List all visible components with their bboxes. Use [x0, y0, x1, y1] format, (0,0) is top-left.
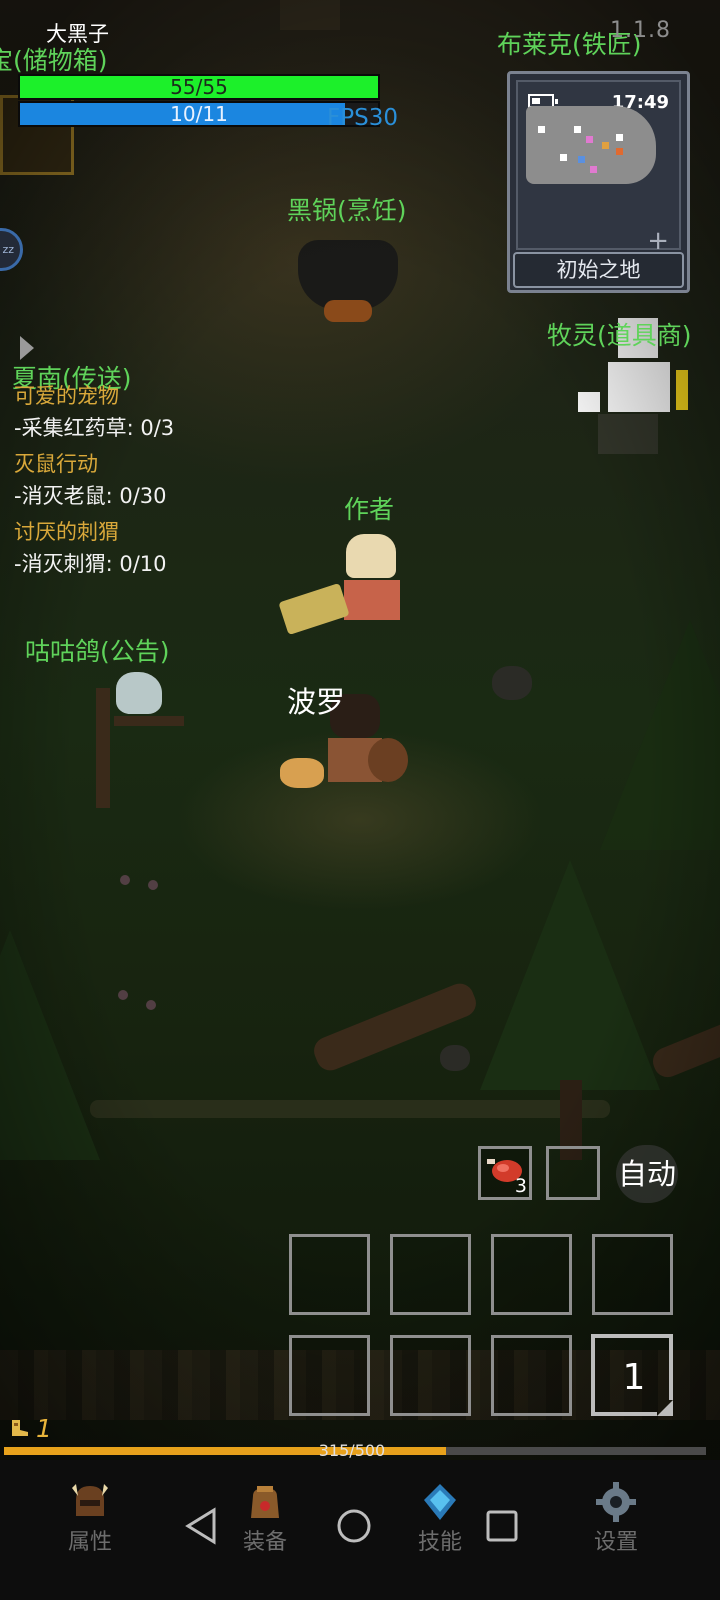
nav-back-icon[interactable] [184, 1506, 220, 1546]
hp-text: 55/55 [170, 75, 228, 99]
zoom-in-icon[interactable]: + [647, 228, 669, 254]
xp-text: 315/500 [318, 1441, 386, 1460]
minimap-marker [574, 126, 581, 133]
tab-settings[interactable]: 设置 [566, 1470, 666, 1580]
npc-name-storage: 宝(储物箱) [0, 46, 108, 75]
quest-title[interactable]: 灭鼠行动 [14, 454, 98, 475]
tab-attributes[interactable]: 属性 [40, 1470, 140, 1580]
quest-title[interactable]: 可爱的宠物 [14, 386, 119, 407]
npc-name-announcement: 咕咕鸽(公告) [25, 637, 170, 666]
skill-page-number: 1 [622, 1357, 646, 1398]
boot-icon [12, 1420, 28, 1436]
tab-label: 属性 [67, 1530, 112, 1555]
gear-icon [596, 1482, 636, 1522]
npc-name-merchant: 牧灵(道具商) [547, 321, 692, 350]
mp-bar: 10/11 [18, 101, 380, 127]
expand-panel-arrow-icon[interactable] [20, 336, 34, 360]
minimap[interactable]: 17:49 + 初始之地 [507, 71, 690, 293]
npc-name-author: 作者 [344, 495, 395, 524]
bag-icon [251, 1486, 279, 1518]
level-value: 1 [36, 1414, 52, 1443]
minimap-marker [560, 154, 567, 161]
version-label: 1.1.8 [610, 18, 671, 43]
minimap-marker [616, 148, 623, 155]
gem-icon [424, 1484, 456, 1520]
player-name-bolo: 波罗 [287, 685, 346, 719]
nav-home-icon[interactable] [334, 1506, 374, 1546]
minimap-marker [538, 126, 545, 133]
skill-slot[interactable] [491, 1234, 572, 1315]
minimap-marker [602, 142, 609, 149]
potion-slot[interactable]: 3 [478, 1146, 532, 1200]
skill-slot[interactable] [592, 1234, 673, 1315]
quick-item-slot[interactable] [546, 1146, 600, 1200]
area-name: 初始之地 [513, 252, 684, 288]
helmet-icon [72, 1484, 108, 1516]
minimap-view: 17:49 + [516, 80, 681, 254]
skill-page-button[interactable]: 1 [591, 1334, 673, 1416]
minimap-marker [616, 134, 623, 141]
quest-title[interactable]: 讨厌的刺猬 [14, 522, 119, 543]
hp-bar: 55/55 [18, 74, 380, 100]
skill-slot[interactable] [390, 1234, 471, 1315]
npc-name-cooking: 黑锅(烹饪) [287, 196, 407, 225]
tab-equipment[interactable]: 装备 [215, 1470, 315, 1580]
character-name: 大黑子 [46, 22, 109, 46]
tab-skills[interactable]: 技能 [390, 1470, 490, 1580]
tab-label: 装备 [242, 1530, 287, 1555]
fps-counter: FPS30 [327, 105, 398, 131]
skill-slot[interactable] [390, 1335, 471, 1416]
quest-objective: -消灭刺猬: 0/10 [14, 552, 167, 576]
skill-slot[interactable] [289, 1335, 370, 1416]
minimap-marker [586, 136, 593, 143]
tab-label: 设置 [593, 1530, 638, 1555]
minimap-marker [578, 156, 585, 163]
potion-count: 3 [514, 1175, 527, 1197]
skill-slot[interactable] [491, 1335, 572, 1416]
nav-recents-icon[interactable] [484, 1506, 520, 1546]
auto-battle-button[interactable]: 自动 [616, 1145, 678, 1203]
tab-label: 技能 [417, 1530, 462, 1555]
minimap-marker [590, 166, 597, 173]
quest-objective: -消灭老鼠: 0/30 [14, 484, 167, 508]
quest-objective: -采集红药草: 0/3 [14, 416, 175, 440]
skill-slot[interactable] [289, 1234, 370, 1315]
mp-text: 10/11 [170, 102, 228, 126]
